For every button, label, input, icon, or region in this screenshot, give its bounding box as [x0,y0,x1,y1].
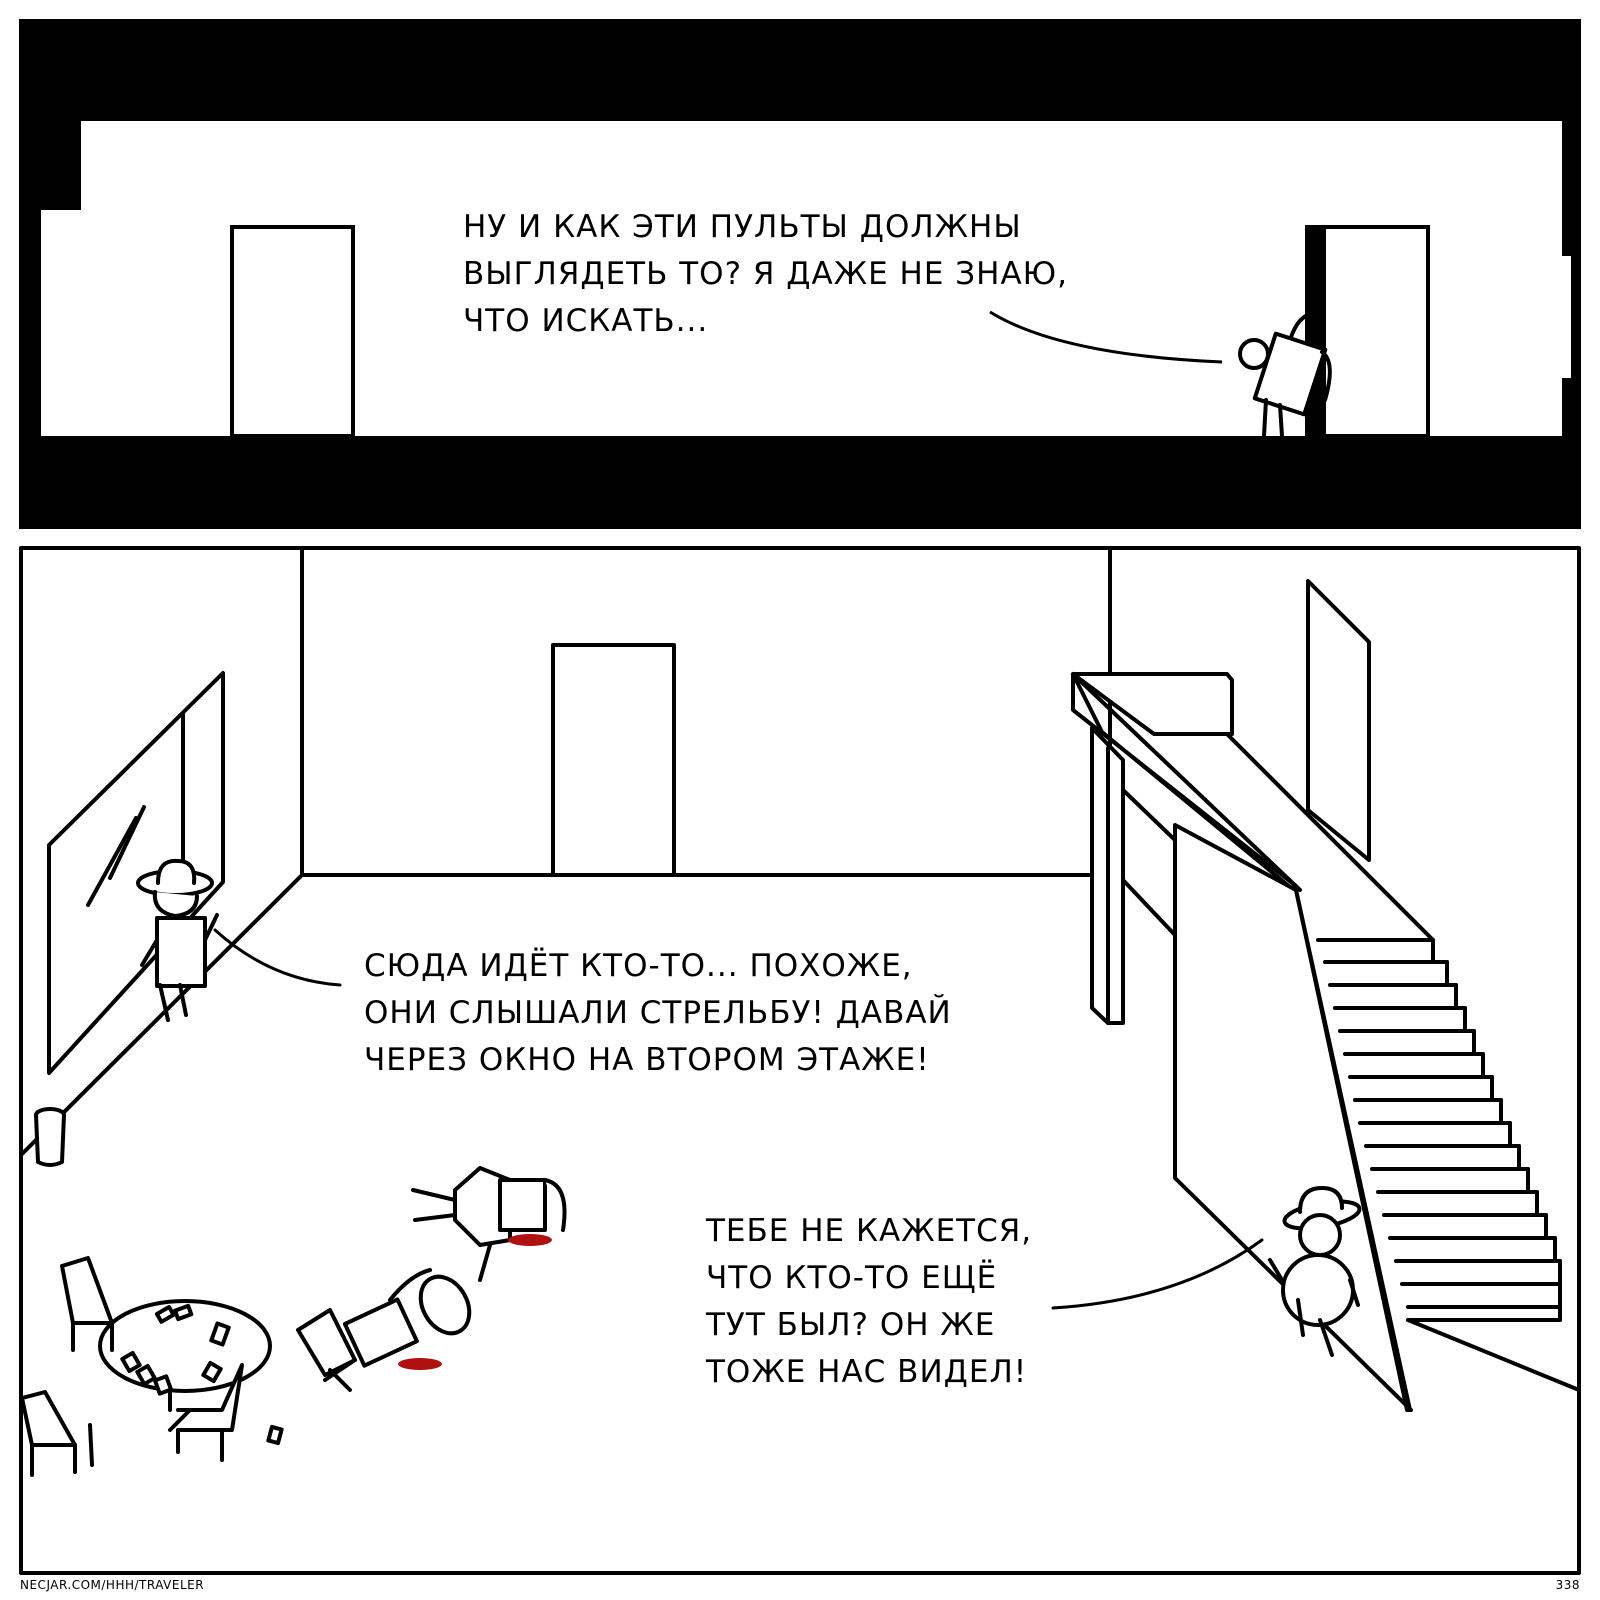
page-number: 338 [1555,1578,1580,1592]
back-door [551,643,676,877]
speech-line: ЧТО КТО-ТО ЕЩЁ [706,1260,998,1296]
footer-url[interactable]: NECJAR.COM/HHH/TRAVELER [20,1578,204,1592]
door-left [230,225,355,438]
speech-line: ОНИ СЛЫШАЛИ СТРЕЛЬБУ! ДАВАЙ [364,995,952,1031]
speech-line: ТОЖЕ НАС ВИДЕЛ! [706,1354,1028,1390]
speech-line: ТУТ БЫЛ? ОН ЖЕ [706,1307,996,1343]
speech-bubble-panel-2-right: ТЕБЕ НЕ КАЖЕТСЯ, ЧТО КТО-ТО ЕЩЁ ТУТ БЫЛ?… [706,1208,1032,1396]
speech-line: ВЫГЛЯДЕТЬ ТО? Я ДАЖЕ НЕ ЗНАЮ, [463,256,1068,292]
comic-page: НУ И КАК ЭТИ ПУЛЬТЫ ДОЛЖНЫ ВЫГЛЯДЕТЬ ТО?… [0,0,1600,1600]
speech-line: СЮДА ИДЁТ КТО-ТО... ПОХОЖЕ, [364,948,913,984]
speech-line: ЧТО ИСКАТЬ... [463,303,709,339]
trash-can [34,1107,66,1167]
speech-line: ТЕБЕ НЕ КАЖЕТСЯ, [706,1213,1033,1249]
speech-bubble-panel-1: НУ И КАК ЭТИ ПУЛЬТЫ ДОЛЖНЫ ВЫГЛЯДЕТЬ ТО?… [463,204,1068,345]
speech-line: ЧЕРЕЗ ОКНО НА ВТОРОМ ЭТАЖЕ! [364,1042,930,1078]
speech-bubble-panel-2-left: СЮДА ИДЁТ КТО-ТО... ПОХОЖЕ, ОНИ СЛЫШАЛИ … [364,943,952,1084]
speech-line: НУ И КАК ЭТИ ПУЛЬТЫ ДОЛЖНЫ [463,209,1022,245]
